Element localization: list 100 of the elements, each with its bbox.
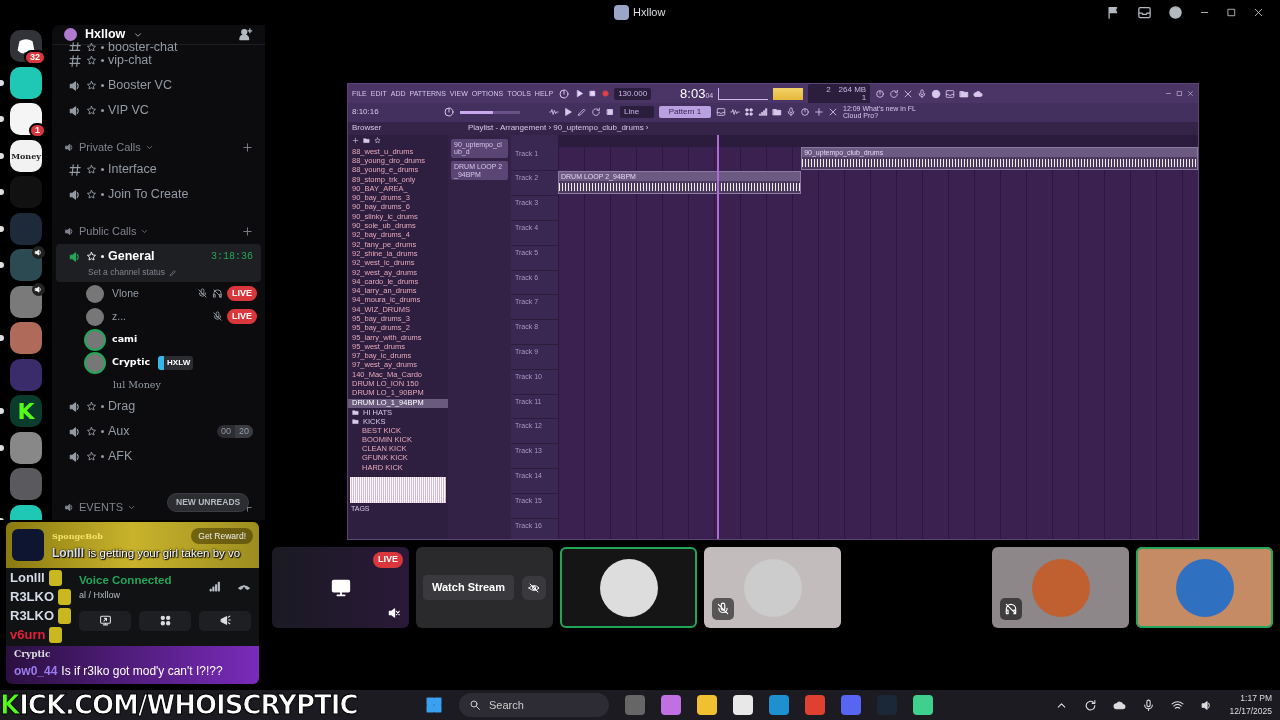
maximize-button[interactable]	[1226, 7, 1237, 18]
live-badge: LIVE	[227, 285, 257, 302]
song-position: 8:10:16	[352, 108, 380, 117]
knob-icon	[558, 87, 571, 100]
mute-icon	[387, 606, 401, 620]
star-icon	[86, 251, 97, 263]
server-icon[interactable]: Money	[10, 139, 42, 172]
tempo-field[interactable]: 130.000	[614, 87, 652, 100]
get-reward-button[interactable]: Get Reward!	[191, 527, 253, 545]
category-label[interactable]: Private Calls	[79, 139, 141, 156]
channel-item[interactable]: AFK	[56, 447, 261, 472]
channel-item[interactable]: Interface	[56, 160, 261, 186]
separator-dot	[101, 59, 104, 63]
soundboard-icon	[218, 614, 232, 628]
taskbar-app-icon[interactable]	[733, 695, 753, 715]
separator-dot	[101, 255, 104, 259]
search-icon	[469, 699, 481, 711]
taskbar-app-icon[interactable]	[697, 695, 717, 715]
call-timer: 3:18:36	[211, 250, 253, 265]
chat-username: Lonlll	[10, 569, 45, 587]
channel-item[interactable]: General 3:18:36 Set a channel status	[56, 244, 261, 282]
home-button[interactable]: 32	[10, 30, 42, 62]
discord-logo-icon	[16, 36, 36, 56]
server-icon[interactable]	[10, 285, 42, 318]
watch-stream-button[interactable]: Watch Stream	[423, 575, 514, 600]
master-slider-fill[interactable]	[460, 110, 493, 114]
channel-item[interactable]: Aux 00 20	[56, 422, 261, 447]
taskbar-app-icon[interactable]	[661, 695, 681, 715]
speaker-icon	[68, 249, 82, 264]
play-button[interactable]	[575, 89, 585, 98]
playlist-title: Playlist - Arrangement › 90_uptempo_club_drums ›	[468, 124, 649, 133]
taskbar-app-icon[interactable]	[805, 695, 825, 715]
channel-status: Set a channel status	[88, 266, 166, 279]
browser-title: Browser	[352, 124, 383, 133]
live-badge: LIVE	[227, 308, 257, 325]
plus-icon[interactable]	[242, 141, 253, 153]
channel-name: Interface	[108, 161, 157, 179]
sync-icon[interactable]	[1084, 698, 1098, 712]
browser-tool-icon[interactable]	[374, 136, 381, 144]
emote-image	[49, 626, 63, 643]
speaker-icon	[68, 399, 82, 414]
star-icon	[86, 401, 97, 412]
category-label[interactable]: Public Calls	[79, 223, 137, 240]
server-icon[interactable]	[10, 322, 42, 354]
separator-dot	[101, 405, 104, 408]
server-icon[interactable]	[10, 431, 42, 464]
taskbar-app-icon[interactable]	[769, 695, 789, 715]
soundboard-button[interactable]	[199, 610, 251, 631]
server-icon[interactable]	[10, 66, 42, 99]
chat-message: is getting your girl taken by vo	[88, 546, 241, 562]
stop-button[interactable]	[588, 89, 598, 98]
channel-name: Booster VC	[108, 77, 172, 95]
channel-item[interactable]: VIP VC	[56, 101, 261, 127]
browser-tool-icon[interactable]	[363, 136, 370, 144]
star-icon	[86, 42, 97, 52]
browser-tool-icon[interactable]	[352, 136, 359, 144]
emote-image	[58, 607, 72, 624]
voice-channel[interactable]: al / Hxllow	[79, 589, 172, 603]
member-name[interactable]: z...	[112, 308, 126, 325]
channel-item[interactable]: Drag	[56, 397, 261, 422]
microphone-icon[interactable]	[1142, 698, 1156, 712]
member-name[interactable]: cami	[112, 332, 138, 347]
hash-icon	[68, 162, 82, 177]
server-icon[interactable]	[10, 249, 42, 281]
clock-time: 1:17 PM	[1240, 692, 1272, 705]
chat-message: Is if r3lko got mod'y can't I?!??	[61, 662, 223, 680]
notification-badge: 1	[29, 123, 46, 138]
server-icon[interactable]: K	[10, 395, 42, 427]
add-member-icon[interactable]	[238, 27, 253, 43]
wifi-icon[interactable]	[1171, 698, 1185, 712]
song-time: 8:03	[680, 87, 706, 100]
category-label[interactable]: EVENTS	[79, 498, 123, 516]
taskbar-app-icon[interactable]	[913, 695, 933, 715]
plus-icon[interactable]	[242, 225, 253, 237]
server-icon[interactable]: 1	[10, 103, 42, 135]
pattern-selector[interactable]: Pattern 1	[659, 106, 711, 119]
start-button[interactable]	[425, 696, 443, 714]
channel-item[interactable]: vip-chat	[56, 51, 261, 77]
stream-settings-button[interactable]	[521, 575, 546, 600]
maximize-button[interactable]	[1176, 90, 1183, 97]
taskbar-app-icon[interactable]	[841, 695, 861, 715]
cpu-value: 2	[826, 85, 831, 94]
activities-button[interactable]	[139, 610, 191, 631]
clan-tag: HXLW	[158, 355, 194, 370]
star-icon	[86, 426, 97, 437]
snap-dropdown[interactable]: Line	[620, 106, 654, 119]
search-field[interactable]: Search	[459, 693, 609, 717]
member-name[interactable]: Cryptic	[112, 355, 151, 370]
knob-icon	[443, 106, 455, 119]
voice-status: Voice Connected	[79, 573, 172, 588]
member-name[interactable]: Vlone	[112, 285, 139, 302]
inbox-icon	[1137, 5, 1152, 20]
new-unreads-button[interactable]: NEW UNREADS	[167, 493, 250, 512]
channel-item[interactable]: Join To Create	[56, 185, 261, 211]
share-screen-button[interactable]	[79, 610, 131, 631]
stream-preview[interactable]: LIVE	[272, 547, 409, 628]
close-button[interactable]	[1253, 7, 1264, 18]
channel-item[interactable]: Booster VC	[56, 76, 261, 102]
playhead[interactable]	[716, 134, 719, 539]
server-icon	[64, 28, 77, 42]
